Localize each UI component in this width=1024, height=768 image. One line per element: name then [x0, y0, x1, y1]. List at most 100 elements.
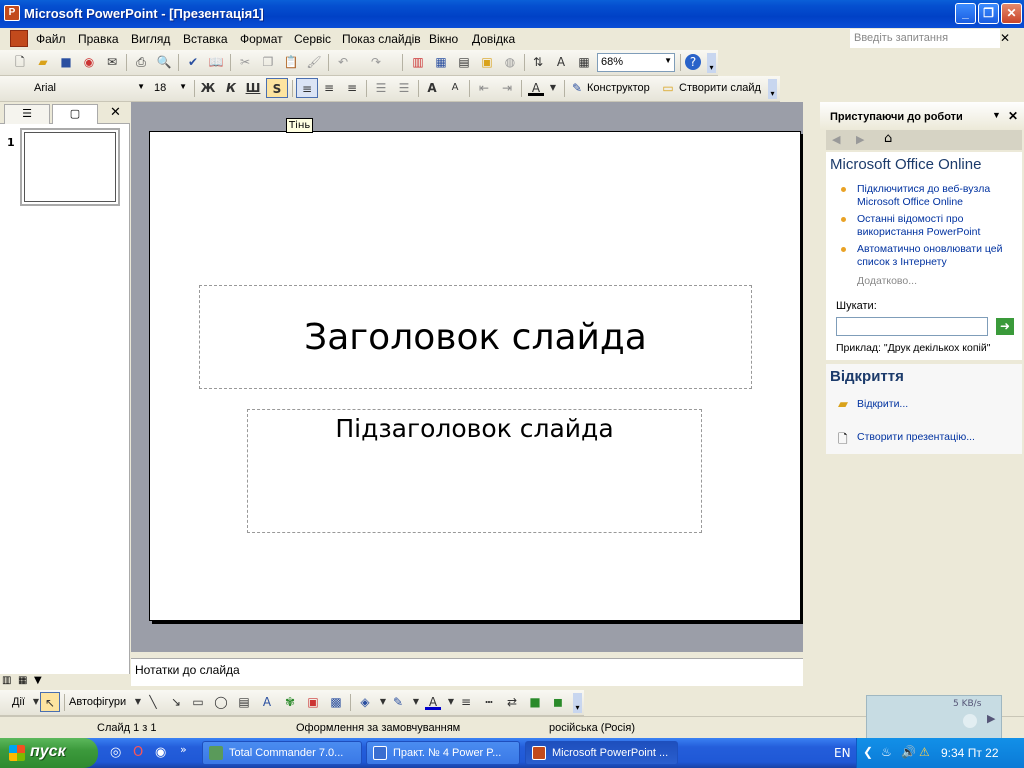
textbox-icon[interactable]: ▤ [236, 694, 252, 710]
increase-indent-icon[interactable]: ⇥ [499, 80, 515, 96]
decrease-font-icon[interactable]: A [447, 80, 463, 96]
search-go-icon[interactable]: ➜ [996, 318, 1014, 335]
new-icon[interactable]: 🗋 [12, 54, 28, 70]
shadow-button[interactable]: S [266, 78, 288, 98]
chevron-down-icon[interactable]: ▼ [545, 80, 561, 96]
menu-edit[interactable]: Правка [78, 32, 119, 46]
chevron-down-icon[interactable]: ▼ [130, 694, 146, 710]
print-icon[interactable]: ⎙ [133, 54, 149, 70]
close-doc-icon[interactable]: ✕ [1000, 31, 1010, 45]
menu-help[interactable]: Довідка [472, 32, 515, 46]
autoshapes-menu[interactable]: Автофігури [69, 696, 126, 708]
network-icon[interactable]: ♨ [881, 745, 892, 759]
email-icon[interactable]: ✉ [104, 54, 120, 70]
chevron-down-icon[interactable]: ▼ [375, 694, 391, 710]
undo-icon[interactable]: ↶ [335, 54, 351, 70]
language-indicator[interactable]: EN [834, 746, 851, 760]
title-placeholder[interactable]: Заголовок слайда [199, 285, 752, 389]
menu-window[interactable]: Вікно [429, 32, 458, 46]
chevron-down-icon[interactable]: ▼ [408, 694, 424, 710]
forward-icon[interactable]: ▶ [856, 133, 864, 146]
formatting-icon[interactable]: A [553, 54, 569, 70]
opera-icon[interactable]: O [133, 745, 143, 760]
cut-icon[interactable]: ✂ [237, 54, 253, 70]
arrow-style-icon[interactable]: ⇄ [504, 694, 520, 710]
media-icon[interactable]: ◉ [155, 745, 166, 760]
close-button[interactable]: ✕ [1001, 3, 1022, 24]
toolbar-options-icon[interactable]: ▾ [768, 79, 777, 99]
align-right-icon[interactable]: ≡ [344, 80, 360, 96]
vertical-scrollbar[interactable] [803, 102, 819, 652]
new-slide-button[interactable]: Створити слайд [679, 82, 761, 94]
rectangle-icon[interactable]: ▭ [190, 694, 206, 710]
restore-button[interactable]: ❐ [978, 3, 999, 24]
clipart-icon[interactable]: ▣ [305, 694, 321, 710]
fill-color-icon[interactable]: ◈ [357, 694, 373, 710]
3d-style-icon[interactable]: ◼ [550, 694, 566, 710]
search-input[interactable] [836, 317, 988, 336]
chevron-down-icon[interactable]: ▼ [992, 110, 1001, 120]
menu-format[interactable]: Формат [240, 32, 283, 46]
format-painter-icon[interactable]: 🖌 [306, 54, 322, 70]
new-slide-icon[interactable]: ▭ [660, 80, 676, 96]
tray-arrow-icon[interactable]: ❮ [863, 745, 873, 759]
minimize-button[interactable]: _ [955, 3, 976, 24]
clock[interactable]: 9:34 Пт 22 [941, 746, 999, 760]
powerpoint-app-icon[interactable]: P [4, 5, 20, 21]
link-open[interactable]: Відкрити... [857, 398, 908, 411]
paste-icon[interactable]: 📋 [283, 54, 299, 70]
copy-icon[interactable]: ❐ [260, 54, 276, 70]
slide-sorter-icon[interactable]: ▦ [18, 675, 27, 686]
notes-scrollbar[interactable] [803, 658, 819, 688]
play-icon[interactable]: ▶ [987, 712, 995, 725]
line-icon[interactable]: ╲ [145, 694, 161, 710]
font-color-icon[interactable]: A [528, 80, 544, 96]
actions-menu[interactable]: Дії [12, 696, 25, 708]
link-connect-office-online[interactable]: Підключитися до веб-вузла Microsoft Offi… [857, 183, 1017, 209]
tab-slides[interactable]: ▢ [52, 104, 98, 124]
subtitle-placeholder[interactable]: Підзаголовок слайда [247, 409, 702, 533]
more-icon[interactable]: » [180, 743, 187, 756]
line-style-icon[interactable]: ≡ [458, 694, 474, 710]
align-center-icon[interactable]: ≡ [321, 80, 337, 96]
insert-table-icon[interactable]: ▦ [433, 54, 449, 70]
decrease-indent-icon[interactable]: ⇤ [476, 80, 492, 96]
zoom-dropdown[interactable]: 68% ▼ [597, 53, 675, 72]
menu-insert[interactable]: Вставка [183, 32, 228, 46]
menu-file[interactable]: Файл [36, 32, 66, 46]
bullets-icon[interactable]: ☰ [396, 80, 412, 96]
oval-icon[interactable]: ◯ [213, 694, 229, 710]
back-icon[interactable]: ◀ [832, 133, 840, 146]
toolbar-options-icon[interactable]: ▾ [707, 53, 716, 73]
insert-diagram-icon[interactable]: ◍ [502, 54, 518, 70]
warning-icon[interactable]: ⚠ [919, 745, 930, 759]
start-button[interactable]: пуск [0, 738, 98, 768]
redo-icon[interactable]: ↷ [368, 54, 384, 70]
close-icon[interactable]: ✕ [110, 105, 121, 120]
ask-question-input[interactable]: Введіть запитання [850, 29, 1000, 48]
tables-borders-icon[interactable]: ▤ [456, 54, 472, 70]
link-create-presentation[interactable]: Створити презентацію... [857, 431, 975, 444]
slide-canvas[interactable]: Заголовок слайда Підзаголовок слайда [149, 131, 801, 621]
print-preview-icon[interactable]: 🔍 [156, 54, 172, 70]
spelling-icon[interactable]: ✔ [185, 54, 201, 70]
underline-button[interactable]: Ш [245, 80, 261, 96]
menu-view[interactable]: Вигляд [131, 32, 170, 46]
permission-icon[interactable]: ◉ [81, 54, 97, 70]
font-size-dropdown[interactable]: 18 ▼ [150, 79, 190, 98]
research-icon[interactable]: 📖 [208, 54, 224, 70]
task-word-doc[interactable]: Практ. № 4 Power P... [366, 741, 520, 765]
numbering-icon[interactable]: ☰ [373, 80, 389, 96]
close-icon[interactable]: ✕ [1008, 109, 1018, 123]
menu-slideshow[interactable]: Показ слайдів [342, 32, 421, 46]
notes-pane[interactable]: Нотатки до слайда [131, 658, 817, 686]
slideshow-icon[interactable]: ▼ [34, 675, 42, 686]
insert-picture-icon[interactable]: ▣ [479, 54, 495, 70]
toolbar-options-icon[interactable]: ▾ [573, 693, 582, 713]
line-color-icon[interactable]: ✎ [390, 694, 406, 710]
link-auto-update[interactable]: Автоматично оновлювати цей список з Інте… [857, 243, 1017, 269]
align-left-icon[interactable]: ≡ [296, 78, 318, 98]
task-total-commander[interactable]: Total Commander 7.0... [202, 741, 362, 765]
tab-outline[interactable]: ☰ [4, 104, 50, 124]
help-icon[interactable]: ? [685, 54, 701, 70]
